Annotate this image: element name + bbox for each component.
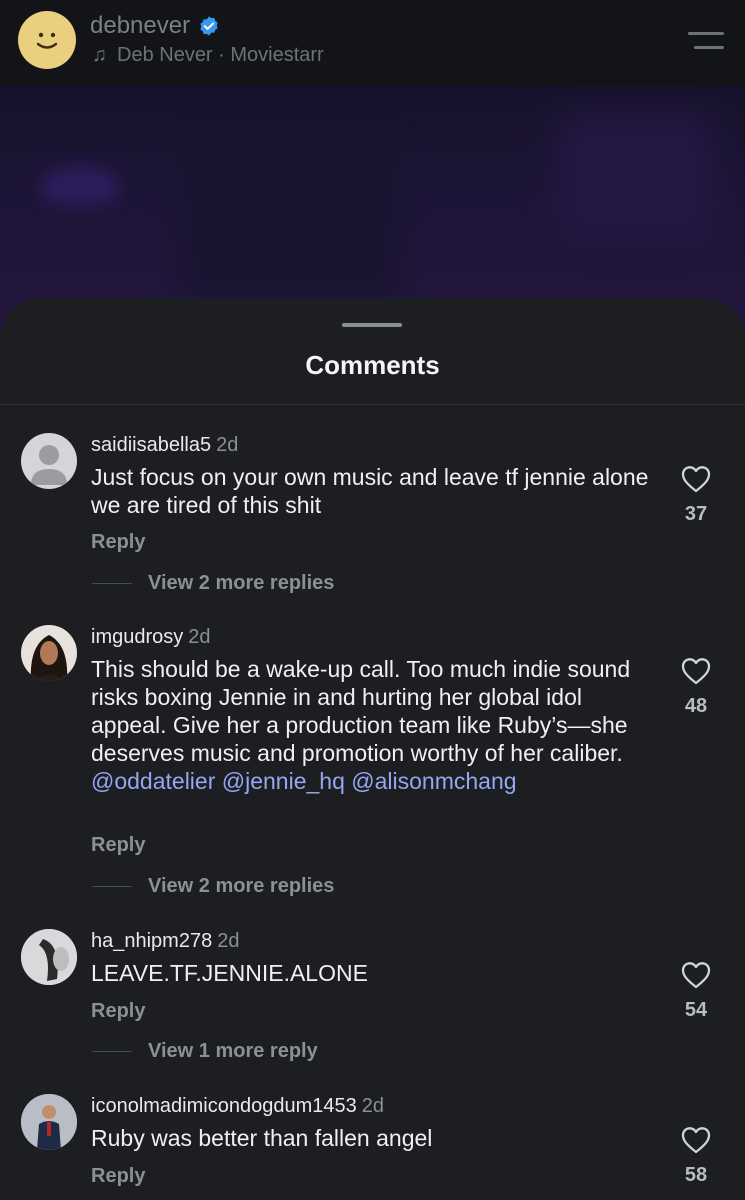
reply-button[interactable]: Reply xyxy=(91,1165,145,1188)
comment-username[interactable]: ha_nhipm278 xyxy=(91,930,212,952)
heart-icon[interactable] xyxy=(681,657,711,685)
user-photo xyxy=(21,625,77,681)
view-more-replies[interactable]: View 2 more replies xyxy=(92,572,334,595)
creator-username[interactable]: debnever xyxy=(90,12,190,40)
mention-link[interactable]: @jennie_hq xyxy=(222,768,345,794)
sheet-title: Comments xyxy=(305,350,440,380)
view-more-line xyxy=(92,886,132,887)
view-more-line xyxy=(92,583,132,584)
creator-username-row[interactable]: debnever xyxy=(90,12,220,40)
divider xyxy=(0,404,745,405)
reply-button[interactable]: Reply xyxy=(91,531,145,554)
like-count: 58 xyxy=(684,1164,708,1186)
view-more-label: View 2 more replies xyxy=(148,875,335,897)
comment-time: 2d xyxy=(361,1095,384,1117)
view-more-label: View 2 more replies xyxy=(148,572,335,594)
comment-text: Just focus on your own music and leave t… xyxy=(91,464,649,518)
view-more-replies[interactable]: View 2 more replies xyxy=(92,875,334,898)
comment-text: LEAVE.TF.JENNIE.ALONE xyxy=(91,960,368,986)
like-group: 48 xyxy=(672,657,720,718)
like-group: 37 xyxy=(672,465,720,526)
comment-text: Ruby was better than fallen angel xyxy=(91,1125,433,1151)
heart-icon[interactable] xyxy=(681,465,711,493)
view-more-replies[interactable]: View 1 more reply xyxy=(92,1040,318,1063)
reply-button[interactable]: Reply xyxy=(91,834,145,857)
user-photo xyxy=(21,1094,77,1150)
view-more-label: View 1 more reply xyxy=(148,1040,318,1062)
avatar[interactable] xyxy=(21,1094,77,1150)
music-track[interactable]: ♫ Deb Never · Moviestarr xyxy=(92,44,324,67)
heart-icon[interactable] xyxy=(681,1126,711,1154)
avatar[interactable] xyxy=(21,929,77,985)
like-group: 54 xyxy=(672,961,720,1022)
like-count: 48 xyxy=(684,695,708,717)
like-count: 54 xyxy=(684,999,708,1021)
like-count: 37 xyxy=(684,503,708,525)
comment-header: saidiisabella5 2d xyxy=(91,434,238,457)
post-header: debnever ♫ Deb Never · Moviestarr xyxy=(0,0,745,86)
smiley-face-icon xyxy=(36,32,58,49)
heart-icon[interactable] xyxy=(681,961,711,989)
avatar[interactable] xyxy=(21,625,77,681)
comment-header: imgudrosy 2d xyxy=(91,626,211,649)
menu-icon[interactable] xyxy=(688,28,724,52)
mention-link[interactable]: @oddatelier xyxy=(91,768,215,794)
sheet-drag-handle[interactable] xyxy=(342,323,402,327)
music-track-label: Deb Never · Moviestarr xyxy=(117,44,324,66)
view-more-line xyxy=(92,1051,132,1052)
comments-sheet: Comments saidiisabella5 2d Just focus on … xyxy=(0,298,745,1200)
avatar[interactable] xyxy=(21,433,77,489)
creator-avatar[interactable] xyxy=(18,11,76,69)
comment-time: 2d xyxy=(217,930,240,952)
comment-time: 2d xyxy=(216,434,239,456)
comment-time: 2d xyxy=(188,626,211,648)
user-photo xyxy=(21,929,77,985)
default-user-icon xyxy=(31,445,67,485)
reply-button[interactable]: Reply xyxy=(91,1000,145,1023)
comment-header: ha_nhipm278 2d xyxy=(91,930,239,953)
comment-username[interactable]: saidiisabella5 xyxy=(91,434,211,456)
comment-username[interactable]: imgudrosy xyxy=(91,626,183,648)
verified-badge-icon xyxy=(200,16,218,36)
comment-username[interactable]: iconolmadimicondogdum1453 xyxy=(91,1095,357,1117)
like-group: 58 xyxy=(672,1126,720,1187)
music-note-icon: ♫ xyxy=(92,44,107,66)
comment-header: iconolmadimicondogdum1453 2d xyxy=(91,1095,384,1118)
mention-link[interactable]: @alisonmchang xyxy=(351,768,516,794)
comment-text: This should be a wake-up call. Too much … xyxy=(91,656,631,794)
